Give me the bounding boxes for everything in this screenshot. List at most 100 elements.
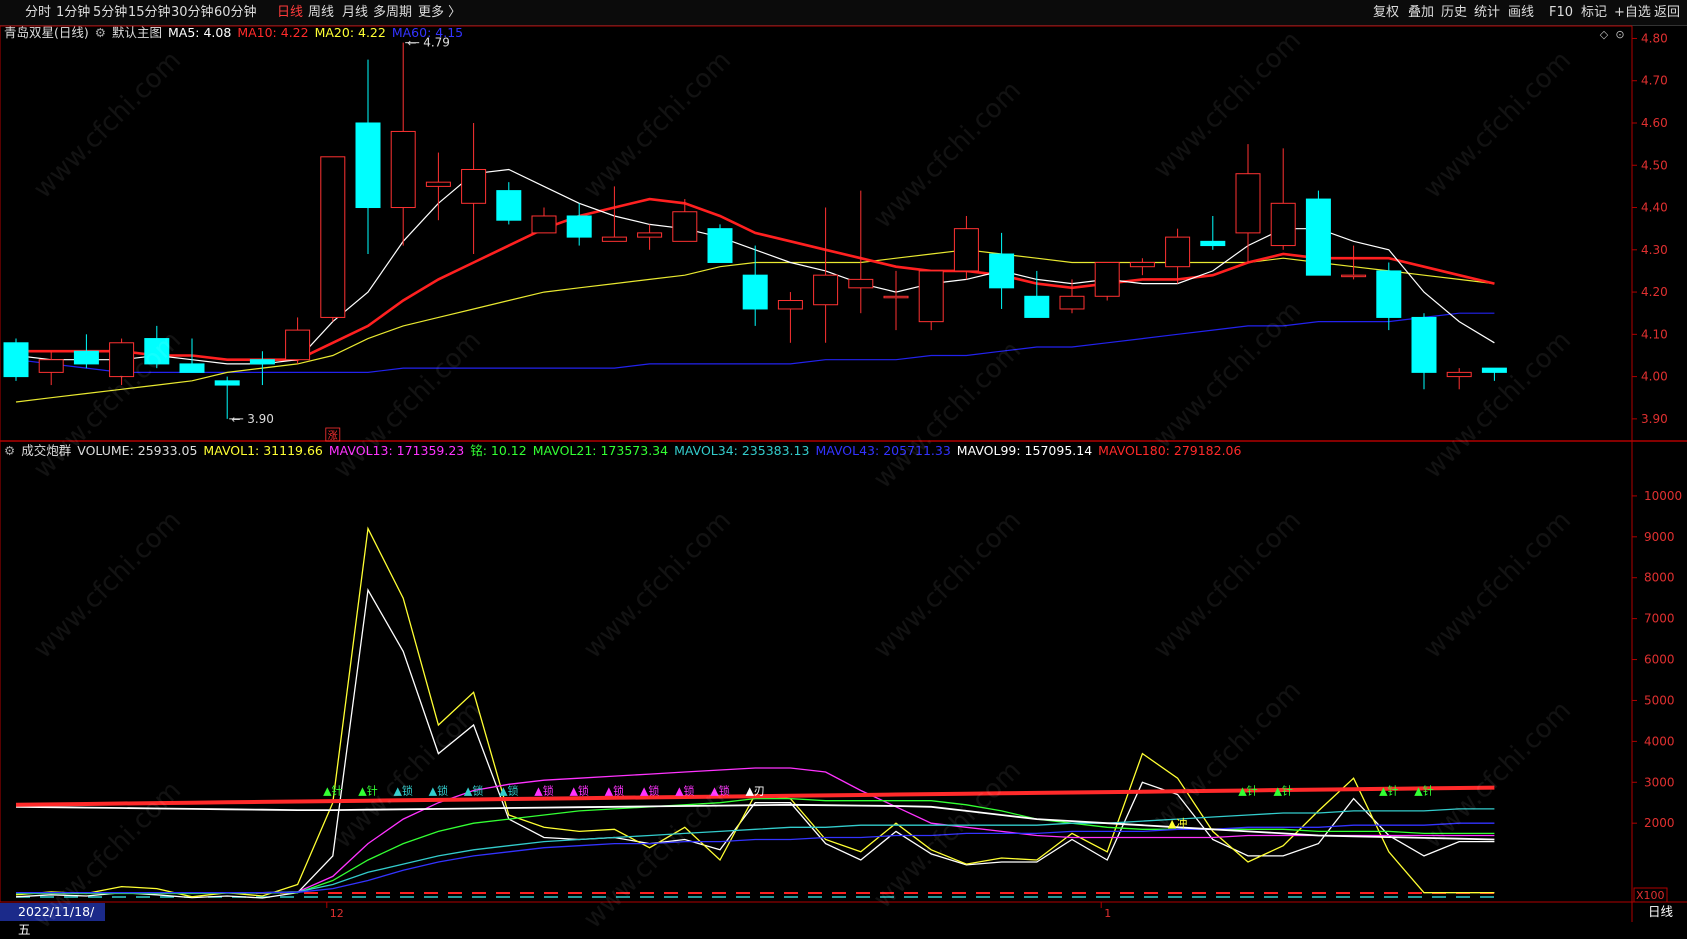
candle-body-16 (566, 215, 592, 238)
settings-icon[interactable]: ⚙ (4, 443, 15, 458)
vol-tick-label-3: 7000 (1644, 612, 1675, 626)
volume-signal-10: ▲锁 (675, 783, 694, 797)
volume-signal-0: ▲针 (323, 783, 342, 797)
candle-body-41 (1446, 371, 1472, 378)
candle-body-40 (1411, 316, 1437, 373)
volume-indicator-5: MAVOL21: 173573.34 (532, 443, 669, 458)
candle-body-39 (1376, 270, 1402, 318)
price-annotation-arrow-1: ← (231, 413, 240, 426)
vol-series-MAVOL21 (16, 797, 1495, 895)
vol-tick-label-6: 4000 (1644, 734, 1675, 748)
main-indicator-3: MA5: 4.08 (168, 25, 232, 40)
candle-body-36 (1270, 202, 1296, 247)
vol-tick-label-0: 10000 (1644, 489, 1682, 503)
candle-body-15 (531, 215, 557, 234)
volume-chart-header: ⚙ 成交炮群 VOLUME: 25933.05 MAVOL1: 31119.66 MAV… (4, 443, 1247, 459)
price-tick-label-1: 4.70 (1641, 74, 1668, 88)
volume-signal-16: ▲针 (1379, 783, 1398, 797)
main-indicator-6: MA60: 4.15 (391, 25, 464, 40)
price-tick-label-6: 4.20 (1641, 285, 1668, 299)
candle-body-11 (390, 130, 416, 209)
candle-body-10 (355, 122, 381, 209)
candle-body-1 (38, 359, 64, 373)
candle-body-38 (1341, 274, 1367, 278)
candle-body-26 (918, 270, 944, 323)
candle-body-6 (214, 380, 240, 386)
price-tick-label-9: 3.90 (1641, 412, 1668, 426)
candle-body-22 (777, 300, 803, 310)
price-tick-label-0: 4.80 (1641, 31, 1668, 45)
vol-tick-label-2: 8000 (1644, 571, 1675, 585)
volume-signal-17: ▲针 (1414, 783, 1433, 797)
volume-indicator-1: VOLUME: 25933.05 (77, 443, 198, 458)
price-tick-label-7: 4.10 (1641, 327, 1668, 341)
candle-body-21 (742, 274, 768, 310)
vol-series-MAVOL99 (15, 803, 1495, 841)
volume-indicator-8: MAVOL99: 157095.14 (956, 443, 1093, 458)
candle-body-42 (1481, 367, 1507, 373)
volume-indicator-4: 铭: 10.12 (470, 443, 527, 458)
candle-body-34 (1200, 240, 1226, 247)
circle-icon: ⊙ (1615, 28, 1624, 41)
price-tick-label-2: 4.60 (1641, 116, 1668, 130)
candle-body-35 (1235, 173, 1261, 234)
vol-tick-label-8: 2000 (1644, 816, 1675, 830)
candle-body-27 (953, 228, 979, 272)
volume-signal-8: ▲锁 (605, 783, 624, 797)
volume-signal-3: ▲锁 (429, 783, 448, 797)
candle-body-20 (707, 228, 733, 263)
candle-body-19 (672, 211, 698, 242)
candle-body-17 (601, 236, 627, 242)
candle-body-33 (1165, 236, 1191, 268)
price-tick-label-8: 4.00 (1641, 370, 1668, 384)
volume-signal-9: ▲锁 (640, 783, 659, 797)
main-indicator-2: 默认主图 (111, 25, 162, 40)
candle-body-28 (989, 253, 1015, 289)
volume-signal-4: ▲锁 (464, 783, 483, 797)
unit-label: X100 (1636, 889, 1665, 902)
candle-body-37 (1305, 198, 1331, 276)
candle-body-7 (249, 359, 275, 365)
volume-indicator-6: MAVOL34: 235383.13 (674, 443, 810, 458)
volume-indicator-2: MAVOL1: 31119.66 (203, 443, 323, 458)
volume-signal-6: ▲锁 (534, 783, 553, 797)
candle-body-2 (73, 350, 99, 365)
candle-body-12 (425, 181, 451, 187)
period-label[interactable]: 日线 (1634, 903, 1687, 921)
diamond-icon: ◇ (1600, 28, 1609, 41)
candle-body-9 (320, 156, 346, 318)
candle-body-8 (285, 329, 311, 361)
month-tick-label-0: 12 (330, 907, 344, 920)
main-indicator-5: MA20: 4.22 (314, 25, 386, 40)
candle-body-29 (1024, 295, 1050, 318)
main-chart-header: 青岛双星(日线) ⚙ 默认主图 MA5: 4.08 MA10: 4.22 MA20: 4.… (4, 25, 469, 41)
main-indicator-4: MA10: 4.22 (237, 25, 309, 40)
vol-tick-label-4: 6000 (1644, 653, 1675, 667)
price-tick-label-3: 4.50 (1641, 158, 1668, 172)
candle-body-23 (813, 274, 839, 306)
vol-tick-label-7: 3000 (1644, 775, 1675, 789)
candle-body-5 (179, 363, 205, 373)
candle-body-13 (461, 168, 487, 204)
candle-body-18 (637, 232, 663, 238)
volume-signal-5: ▲锁 (499, 783, 518, 797)
price-annotation-1: 3.90 (247, 412, 274, 426)
candle-body-30 (1059, 295, 1085, 310)
candle-body-32 (1129, 261, 1155, 268)
volume-signal-14: ▲针 (1238, 783, 1257, 797)
month-tick-label-1: 1 (1104, 907, 1111, 920)
volume-signal-15: ▲针 (1273, 783, 1292, 797)
candle-body-25 (883, 295, 909, 299)
candle-body-14 (496, 190, 522, 221)
price-tick-label-5: 4.30 (1641, 243, 1668, 257)
settings-icon[interactable]: ⚙ (95, 25, 106, 40)
main-indicator-0: 青岛双星(日线) (4, 25, 89, 40)
vol-series-VOLUME (15, 588, 1495, 899)
volume-signal-7: ▲锁 (569, 783, 588, 797)
candle-body-24 (848, 278, 874, 289)
vol-tick-label-1: 9000 (1644, 530, 1675, 544)
rise-marker: 涨 (328, 430, 338, 442)
candle-body-31 (1094, 261, 1120, 297)
volume-signal-12: ▲刃 (745, 784, 764, 797)
price-tick-label-4: 4.40 (1641, 201, 1668, 215)
